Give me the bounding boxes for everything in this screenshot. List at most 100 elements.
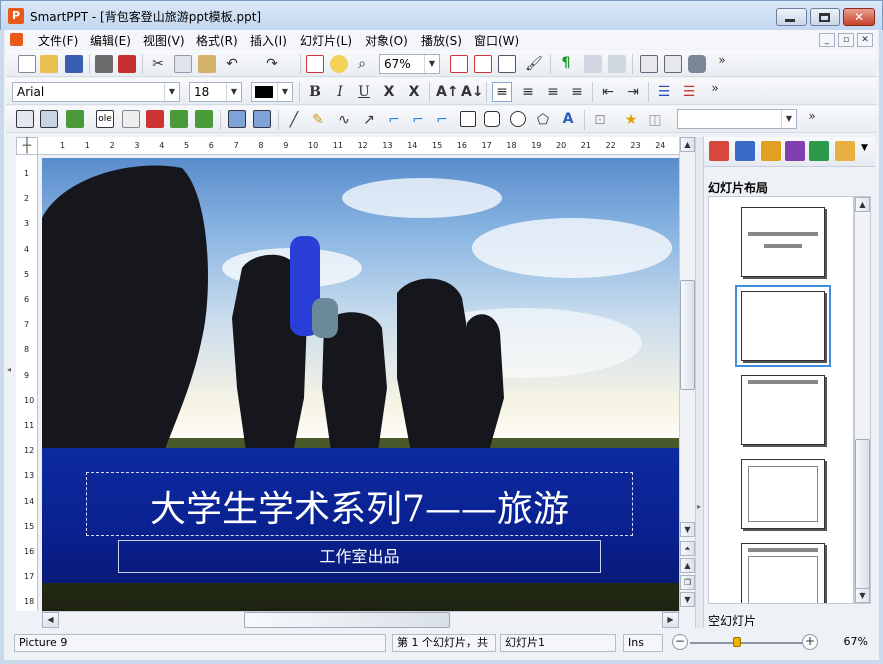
wordart-icon[interactable]: A [558,110,578,128]
slide-layout-tab-icon[interactable] [709,141,729,161]
paragraph-mark-icon[interactable]: ¶ [556,54,576,72]
horizontal-ruler[interactable]: 1 1 2 3 4 5 6 7 8 9 10 11 12 13 14 15 16 17 18 19 20 21 22 23 24… [38,137,679,155]
font-size-select[interactable]: 18 ▼ [189,82,242,102]
menu-format[interactable]: 格式(R) [196,32,238,49]
arrow-icon[interactable]: ↗ [359,111,379,129]
collapse-icon[interactable]: ▸ [697,502,702,522]
open-icon[interactable] [40,55,58,73]
shrink-font-icon[interactable]: A↓ [461,83,484,101]
text-frame-icon[interactable] [640,55,658,73]
redo-icon[interactable]: ↷ [262,55,282,73]
close-button[interactable]: ✕ [843,8,875,26]
animation-tab-icon[interactable] [785,141,805,161]
outdent-icon[interactable]: ⇤ [598,83,618,101]
zoom-in-icon[interactable]: + [802,634,818,650]
page-icon[interactable] [664,55,682,73]
copy-icon[interactable] [174,55,192,73]
print-icon[interactable] [95,55,113,73]
layout-blank[interactable] [735,285,831,367]
scroll-left-icon[interactable]: ◀ [42,612,59,628]
cut-icon[interactable]: ✂ [148,55,168,73]
layout-content-only[interactable] [741,459,825,529]
text-color-icon[interactable] [450,55,468,73]
select-frame-icon[interactable] [16,110,34,128]
statistics-icon[interactable] [608,55,626,73]
layout-title-only[interactable] [741,375,825,445]
brush-icon[interactable]: 🖌 [524,55,544,73]
font-name-select[interactable]: Arial ▼ [12,82,180,102]
bullet-list-icon[interactable]: ☰ [654,83,674,101]
page-object-icon[interactable] [195,110,213,128]
curve-icon[interactable]: ∿ [334,111,354,129]
search-icon[interactable]: ⌕ [352,55,372,73]
scroll-up-icon[interactable]: ▲ [855,197,870,212]
numbered-list-icon[interactable]: ☰ [679,83,699,101]
undo-icon[interactable]: ↶ [222,55,242,73]
page-setup-icon[interactable] [498,55,516,73]
star-icon[interactable]: ★ [621,111,641,129]
align-left-icon[interactable]: ≡ [492,82,512,102]
horizontal-scrollbar[interactable]: ◀ ▶ [42,611,679,628]
slide-title[interactable]: 大学生学术系列7——旅游 [86,480,633,532]
ole-icon[interactable]: ole [96,110,114,128]
menu-slide[interactable]: 幻灯片(L) [300,32,352,49]
h-scroll-thumb[interactable] [244,612,450,628]
database-icon[interactable] [688,55,706,73]
double-strikethrough-button[interactable]: X [404,83,424,101]
toolbar-overflow[interactable]: » [705,79,725,97]
prev-slide-icon[interactable]: ⏶ [680,541,695,556]
elbow-connector-icon[interactable]: ⌐ [408,111,428,129]
panel-scrollbar[interactable]: ▲ ▼ [854,196,871,604]
menu-window[interactable]: 窗口(W) [474,32,519,49]
align-center-icon[interactable]: ≡ [518,83,538,101]
italic-button[interactable]: I [330,83,350,101]
shapes-icon[interactable]: ⬠ [533,111,553,129]
zoom-slider-thumb[interactable] [733,637,742,647]
strikethrough-button[interactable]: X [379,83,399,101]
scroll-up-icon[interactable]: ▲ [680,137,695,152]
shadow-icon[interactable]: ◫ [645,111,665,129]
chart-icon[interactable] [170,110,188,128]
ungroup-icon[interactable] [253,110,271,128]
group-icon[interactable] [228,110,246,128]
left-panel-toggle-icon[interactable]: ◂ [7,365,15,385]
scroll-right-icon[interactable]: ▶ [662,612,679,628]
table-icon[interactable] [40,110,58,128]
doc-minimize-button[interactable]: _ [819,33,835,47]
first-slide-icon[interactable]: ▲ [680,558,695,573]
minimize-button[interactable] [776,8,807,26]
menu-file[interactable]: 文件(F) [38,32,78,49]
slide-subtitle[interactable]: 工作室出品 [118,543,601,567]
picture-icon[interactable] [66,110,84,128]
document-icon[interactable] [10,33,23,46]
custom-tab-icon[interactable] [835,141,855,161]
design-tab-icon[interactable] [735,141,755,161]
vertical-scrollbar[interactable]: ▲ ▼ ⏶ ▲ ❐ ▼ [679,137,695,611]
transition-tab-icon[interactable] [809,141,829,161]
bold-button[interactable]: B [305,83,325,101]
scroll-thumb[interactable] [680,280,695,390]
vertical-ruler[interactable]: 1 2 3 4 5 6 7 8 9 10 11 12 13 14 15 16 17 18 [16,155,38,611]
ellipse-icon[interactable] [510,111,526,127]
menu-play[interactable]: 播放(S) [421,32,462,49]
spellcheck-icon[interactable] [584,55,602,73]
curved-connector-icon[interactable]: ⌐ [432,111,452,129]
pencil-icon[interactable]: ✎ [308,111,328,129]
pdf-icon[interactable] [118,55,136,73]
rounded-rectangle-icon[interactable] [484,111,500,127]
next-slide-icon[interactable]: ▼ [680,592,695,607]
new-icon[interactable] [18,55,36,73]
slide-canvas[interactable]: 大学生学术系列7——旅游 工作室出品 [42,158,679,611]
scroll-down-icon[interactable]: ▼ [680,522,695,537]
menu-edit[interactable]: 编辑(E) [90,32,131,49]
style-select[interactable]: ▼ [677,109,797,129]
toolbar-overflow[interactable]: » [802,107,822,125]
toolbar-overflow[interactable]: » [712,51,732,69]
save-icon[interactable] [65,55,83,73]
zoom-select[interactable]: 67% ▼ [379,54,440,74]
status-insert-mode[interactable]: Ins [623,634,663,652]
crop-icon[interactable]: ⊡ [590,111,610,129]
underline-button[interactable]: U [354,83,374,101]
font-color-select[interactable]: ▼ [251,82,293,102]
connector-icon[interactable]: ⌐ [384,111,404,129]
